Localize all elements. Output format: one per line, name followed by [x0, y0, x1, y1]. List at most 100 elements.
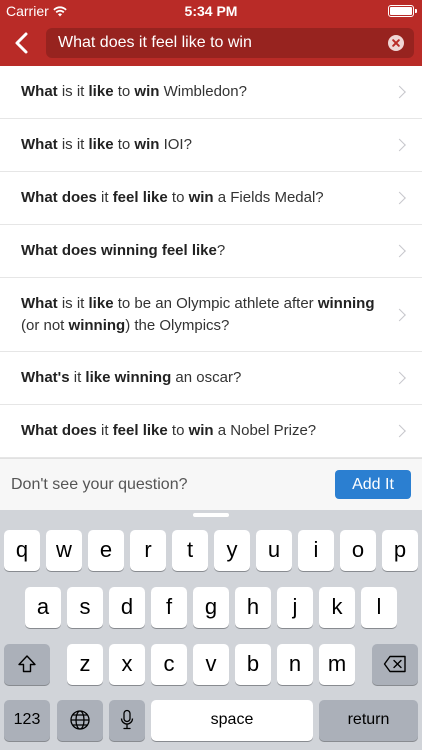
result-text: What does it feel like to win a Nobel Pr… — [21, 420, 316, 442]
result-text: What's it like winning an oscar? — [21, 367, 241, 389]
plain-text: is it — [57, 294, 89, 312]
highlight-text: win — [134, 83, 160, 100]
plain-text: an oscar? — [171, 369, 242, 386]
row-chevron-icon — [393, 424, 406, 438]
key-x[interactable]: x — [109, 644, 145, 685]
plain-text: is it — [57, 83, 89, 100]
result-row[interactable]: What is it like to be an Olympic athlete… — [0, 278, 422, 352]
row-chevron-icon — [393, 85, 406, 99]
plain-text: a Nobel Prize? — [213, 422, 317, 439]
status-bar: Carrier 5:34 PM — [0, 0, 422, 22]
plain-text: ? — [216, 242, 226, 259]
result-text: What is it like to win Wimbledon? — [21, 81, 247, 103]
plain-text: Wimbledon? — [159, 83, 247, 100]
key-h[interactable]: h — [235, 587, 271, 628]
key-l[interactable]: l — [361, 587, 397, 628]
key-d[interactable]: d — [109, 587, 145, 628]
plain-text: to — [167, 189, 189, 206]
key-o[interactable]: o — [340, 530, 376, 571]
result-text: What does winning feel like? — [21, 240, 225, 262]
highlight-text: win — [134, 136, 160, 153]
dictation-key[interactable] — [109, 700, 145, 741]
highlight-text: What — [21, 83, 58, 100]
search-input[interactable]: What does it feel like to win — [58, 34, 252, 52]
plain-text: to be an Olympic athlete after — [113, 294, 318, 312]
shift-key[interactable] — [4, 644, 50, 685]
backspace-icon — [383, 655, 406, 673]
key-c[interactable]: c — [151, 644, 187, 685]
plain-text: it — [69, 369, 86, 386]
key-a[interactable]: a — [25, 587, 61, 628]
key-v[interactable]: v — [193, 644, 229, 685]
highlight-text: winning — [317, 294, 375, 312]
highlight-text: What does — [21, 422, 97, 439]
key-w[interactable]: w — [46, 530, 82, 571]
key-y[interactable]: y — [214, 530, 250, 571]
key-g[interactable]: g — [193, 587, 229, 628]
app-header: Carrier 5:34 PM What does it feel like t… — [0, 0, 422, 66]
back-chevron-icon[interactable] — [12, 31, 32, 55]
key-b[interactable]: b — [235, 644, 271, 685]
key-n[interactable]: n — [277, 644, 313, 685]
highlight-text: What does winning feel like — [21, 242, 217, 259]
key-i[interactable]: i — [298, 530, 334, 571]
plain-text: to — [113, 136, 135, 153]
numbers-key[interactable]: 123 — [4, 700, 50, 741]
plain-text: ) the Olympics? — [125, 316, 230, 334]
result-text: What is it like to be an Olympic athlete… — [21, 293, 378, 337]
highlight-text: win — [188, 189, 214, 206]
key-r[interactable]: r — [130, 530, 166, 571]
highlight-text: feel like — [112, 189, 168, 206]
key-f[interactable]: f — [151, 587, 187, 628]
result-row[interactable]: What does it feel like to win a Nobel Pr… — [0, 405, 422, 458]
backspace-key[interactable] — [372, 644, 418, 685]
row-chevron-icon — [393, 371, 406, 385]
plain-text: is it — [57, 136, 89, 153]
plain-text: IOI? — [159, 136, 192, 153]
result-text: What is it like to win IOI? — [21, 134, 192, 156]
key-u[interactable]: u — [256, 530, 292, 571]
highlight-text: like winning — [85, 369, 172, 386]
plain-text: (or not — [21, 316, 69, 334]
clear-search-icon[interactable] — [388, 35, 404, 51]
row-chevron-icon — [393, 191, 406, 205]
search-field[interactable]: What does it feel like to win — [46, 28, 414, 58]
highlight-text: What's — [21, 369, 70, 386]
result-row[interactable]: What's it like winning an oscar? — [0, 352, 422, 405]
key-z[interactable]: z — [67, 644, 103, 685]
highlight-text: like — [88, 294, 114, 312]
highlight-text: What — [21, 294, 58, 312]
globe-icon — [70, 710, 90, 730]
battery-icon — [388, 5, 417, 17]
add-it-button[interactable]: Add It — [335, 470, 411, 499]
highlight-text: like — [88, 83, 114, 100]
row-chevron-icon — [393, 244, 406, 258]
key-j[interactable]: j — [277, 587, 313, 628]
result-row[interactable]: What does winning feel like? — [0, 225, 422, 278]
key-t[interactable]: t — [172, 530, 208, 571]
highlight-text: win — [188, 422, 214, 439]
highlight-text: What — [21, 136, 58, 153]
highlight-text: winning — [68, 316, 126, 334]
result-row[interactable]: What is it like to win Wimbledon? — [0, 66, 422, 119]
add-question-prompt: Don't see your question? — [11, 476, 188, 493]
key-k[interactable]: k — [319, 587, 355, 628]
key-p[interactable]: p — [382, 530, 418, 571]
key-s[interactable]: s — [67, 587, 103, 628]
result-row[interactable]: What does it feel like to win a Fields M… — [0, 172, 422, 225]
row-chevron-icon — [393, 308, 406, 321]
return-key[interactable]: return — [319, 700, 418, 741]
key-q[interactable]: q — [4, 530, 40, 571]
key-m[interactable]: m — [319, 644, 355, 685]
highlight-text: like — [88, 136, 114, 153]
key-e[interactable]: e — [88, 530, 124, 571]
globe-key[interactable] — [57, 700, 103, 741]
plain-text: it — [96, 422, 113, 439]
result-row[interactable]: What is it like to win IOI? — [0, 119, 422, 172]
plain-text: it — [96, 189, 113, 206]
keyboard-grabber[interactable] — [193, 513, 229, 517]
keyboard: q w e r t y u i o p a s d f g h j k l z … — [0, 510, 422, 750]
microphone-icon — [120, 709, 134, 730]
result-text: What does it feel like to win a Fields M… — [21, 187, 324, 209]
space-key[interactable]: space — [151, 700, 313, 741]
